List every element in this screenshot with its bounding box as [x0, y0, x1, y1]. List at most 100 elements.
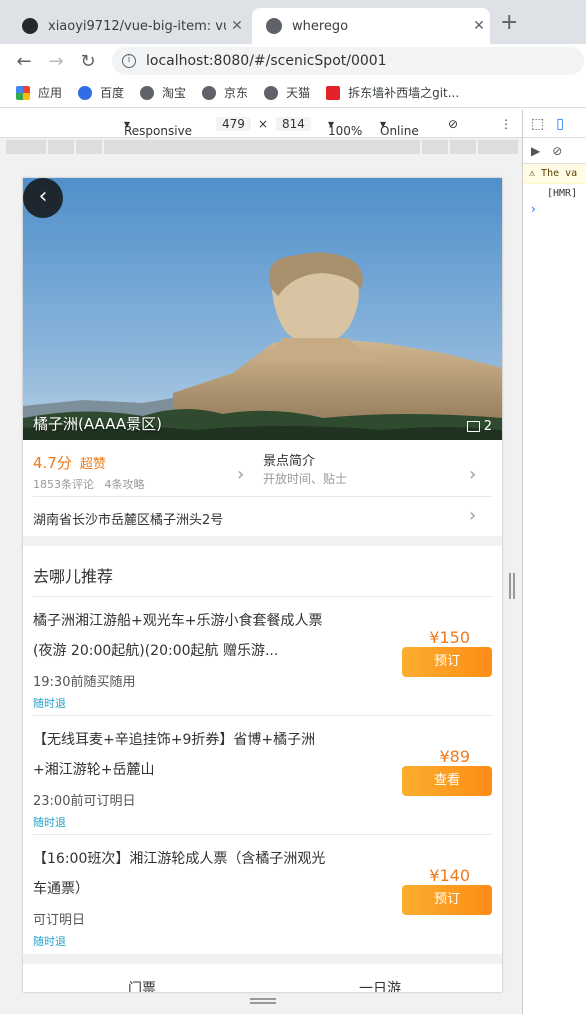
ticket-availability: 可订明日: [33, 913, 86, 928]
bookmark-label: 天猫: [286, 86, 311, 100]
bookmark-taobao[interactable]: 淘宝: [140, 84, 186, 101]
resize-handle-bottom[interactable]: [250, 998, 276, 1004]
console-log: [HMR]: [547, 188, 578, 199]
devtools-panel: ⬚ ▯ ▶ ⊘ ⚠ The va [HMR] ›: [522, 110, 586, 1014]
browser-toolbar: ← → ↻ i localhost:8080/#/scenicSpot/0001: [0, 44, 586, 78]
ruler-segment[interactable]: [422, 140, 448, 154]
mobile-page: ‹ 橘子洲(AAAA景区) 2 4.7分 超赞 1853条评论 4条攻略 › 景点…: [23, 178, 502, 992]
forward-arrow-icon[interactable]: →: [40, 51, 72, 72]
image-icon: [466, 421, 480, 432]
reload-icon[interactable]: ↻: [72, 51, 104, 72]
baidu-paw-icon: [78, 85, 93, 100]
bookmark-label: 百度: [100, 86, 125, 100]
ticket-item[interactable]: 【无线耳麦+辛追挂饰+9折券】省博+橘子洲+湘江游轮+岳麓山 23:00前可订明…: [33, 720, 492, 838]
ruler-segment[interactable]: [478, 140, 518, 154]
bookmark-baidu[interactable]: 百度: [78, 84, 124, 101]
new-tab-button[interactable]: +: [500, 10, 518, 35]
ruler-segment[interactable]: [48, 140, 74, 154]
book-button[interactable]: 预订: [402, 885, 492, 915]
rotate-icon[interactable]: ⊘: [448, 117, 458, 131]
rating[interactable]: 4.7分 超赞: [33, 452, 106, 473]
chevron-right-icon[interactable]: ›: [237, 464, 244, 485]
csdn-icon: [326, 85, 341, 100]
ruler-segment[interactable]: [104, 140, 420, 154]
intro-title[interactable]: 景点简介: [263, 450, 315, 469]
view-button[interactable]: 查看: [402, 766, 492, 796]
bookmark-label: 淘宝: [162, 86, 187, 100]
review-count: 1853条评论: [33, 478, 94, 491]
ticket-item[interactable]: 【16:00班次】湘江游轮成人票（含橘子洲观光车通票） 可订明日 随时退 ¥14…: [33, 839, 492, 957]
console-prompt[interactable]: ›: [523, 202, 586, 216]
dimension-separator: ×: [258, 117, 269, 131]
close-tab-icon[interactable]: ✕: [468, 18, 490, 34]
divider: [33, 715, 492, 716]
hero-image[interactable]: ‹ 橘子洲(AAAA景区) 2: [23, 178, 502, 440]
photo-count-number: 2: [483, 419, 492, 434]
ticket-price: ¥89: [439, 747, 470, 766]
spot-summary: 4.7分 超赞 1853条评论 4条攻略 › 景点简介 开放时间、贴士 ›: [23, 440, 502, 496]
bookmark-label: 拆东墙补西墙之git...: [348, 86, 460, 100]
divider: [33, 596, 492, 597]
ticket-item[interactable]: 橘子洲湘江游船+观光车+乐游小食套餐成人票(夜游 20:00起航)(20:00起…: [33, 601, 492, 719]
ticket-name: 橘子洲湘江游船+观光车+乐游小食套餐成人票(夜游 20:00起航)(20:00起…: [33, 613, 323, 659]
book-button[interactable]: 预订: [402, 647, 492, 677]
globe-icon: [202, 85, 217, 100]
tab-day-tour[interactable]: 一日游: [359, 978, 401, 992]
photo-count[interactable]: 2: [466, 419, 492, 434]
ruler-segment[interactable]: [6, 140, 46, 154]
network-select[interactable]: Online ▾: [380, 117, 419, 138]
site-info-icon[interactable]: i: [122, 54, 136, 68]
bookmark-apps[interactable]: 应用: [16, 84, 62, 101]
intro-subtitle: 开放时间、贴士: [263, 472, 348, 486]
tab-tickets[interactable]: 门票: [128, 978, 156, 992]
guide-count: 4条攻略: [104, 478, 145, 491]
warning-text: The va: [541, 168, 578, 179]
device-toolbar: Responsive ▾ 479 × 814 100% ▾ Online ▾ ⊘…: [0, 110, 522, 138]
bookmark-csdn[interactable]: 拆东墙补西墙之git...: [326, 84, 459, 101]
device-select[interactable]: Responsive ▾: [124, 117, 192, 138]
refund-tag: 随时退: [33, 697, 66, 710]
device-toggle-icon[interactable]: ▯: [556, 116, 564, 132]
ticket-name: 【无线耳麦+辛追挂饰+9折券】省博+橘子洲+湘江游轮+岳麓山: [33, 732, 316, 778]
spot-title: 橘子洲(AAAA景区): [33, 415, 163, 433]
height-input[interactable]: 814: [276, 117, 311, 131]
browser-tab-wherego[interactable]: wherego ✕: [252, 8, 490, 44]
tab-title: xiaoyi9712/vue-big-item: vue: [48, 18, 226, 34]
bookmark-jd[interactable]: 京东: [202, 84, 248, 101]
ticket-availability: 19:30前随买随用: [33, 675, 136, 690]
sidebar-toggle-icon[interactable]: ▶: [531, 144, 540, 158]
rating-word: 超赞: [79, 457, 106, 472]
browser-tab-bar: xiaoyi9712/vue-big-item: vue ✕ wherego ✕…: [0, 0, 586, 44]
zoom-select[interactable]: 100% ▾: [328, 117, 362, 138]
section-gap: [23, 536, 502, 546]
browser-tab-github[interactable]: xiaoyi9712/vue-big-item: vue ✕: [8, 8, 248, 44]
apps-grid-icon: [16, 85, 30, 100]
github-icon: [22, 18, 38, 34]
clear-console-icon[interactable]: ⊘: [552, 144, 562, 158]
ticket-price: ¥150: [429, 628, 470, 647]
inspect-element-icon[interactable]: ⬚: [531, 116, 544, 132]
resize-handle-right[interactable]: [509, 573, 515, 599]
back-button[interactable]: ‹: [23, 178, 63, 218]
score-value: 4.7分: [33, 454, 72, 472]
back-arrow-icon[interactable]: ←: [8, 51, 40, 72]
chevron-right-icon[interactable]: ›: [469, 505, 476, 526]
media-query-ruler: [0, 138, 522, 156]
bookmark-tmall[interactable]: 天猫: [264, 84, 310, 101]
bottom-tabs: 门票 一日游: [23, 964, 502, 992]
ticket-price: ¥140: [429, 866, 470, 885]
ruler-segment[interactable]: [76, 140, 102, 154]
divider: [33, 834, 492, 835]
close-tab-icon[interactable]: ✕: [226, 18, 248, 34]
chevron-right-icon[interactable]: ›: [469, 464, 476, 485]
address-bar[interactable]: i localhost:8080/#/scenicSpot/0001: [112, 47, 584, 75]
console-warning: ⚠ The va: [523, 164, 586, 184]
width-input[interactable]: 479: [216, 117, 251, 131]
ruler-segment[interactable]: [450, 140, 476, 154]
review-stats[interactable]: 1853条评论 4条攻略: [33, 476, 145, 492]
refund-tag: 随时退: [33, 935, 66, 948]
address-text[interactable]: 湖南省长沙市岳麓区橘子洲头2号: [33, 509, 223, 528]
globe-icon: [140, 85, 155, 100]
more-options-icon[interactable]: ⋮: [500, 117, 512, 131]
zoom-label: 100%: [328, 124, 363, 138]
